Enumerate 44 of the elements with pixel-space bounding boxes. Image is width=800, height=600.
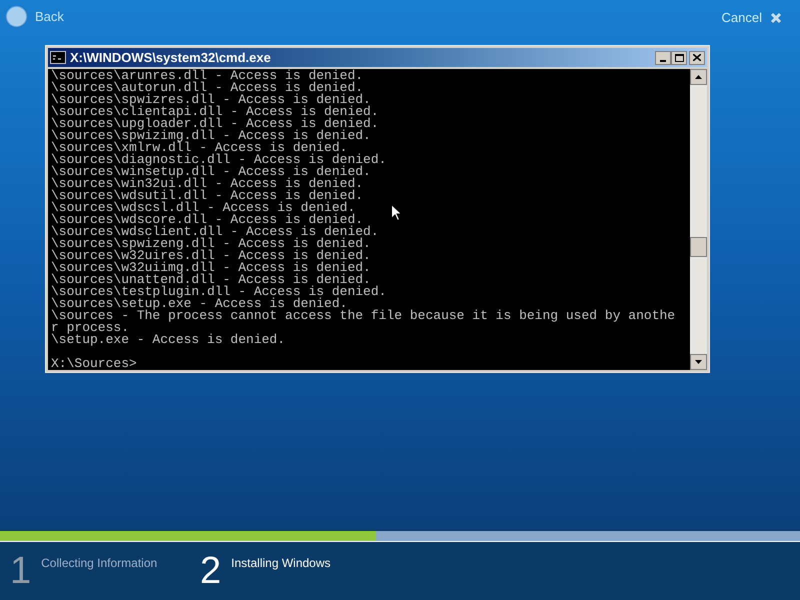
console-line: \sources\spwizres.dll - Access is denied. (51, 94, 371, 106)
console-icon (50, 51, 66, 64)
close-icon (693, 54, 701, 61)
console-line: \sources\wdscore.dll - Access is denied. (51, 214, 364, 226)
step-label: Installing Windows (231, 555, 331, 572)
scroll-thumb[interactable] (690, 237, 707, 257)
minimize-button[interactable] (655, 50, 671, 64)
console-line: \sources\upgloader.dll - Access is denied. (51, 118, 379, 130)
step-number: 2 (200, 552, 222, 590)
console-line: \sources\spwizeng.dll - Access is denied. (51, 238, 371, 250)
close-icon[interactable] (770, 12, 782, 24)
scrollbar[interactable] (690, 69, 707, 370)
console-line: \sources\w32uiimg.dll - Access is denied. (51, 262, 371, 274)
scroll-up-button[interactable] (690, 69, 707, 85)
console-line: \sources\testplugin.dll - Access is denied. (51, 286, 386, 298)
console-line: \sources\wdscsl.dll - Access is denied. (51, 202, 356, 214)
console-line: \sources\wdsutil.dll - Access is denied. (51, 190, 364, 202)
scroll-down-button[interactable] (690, 354, 707, 370)
console-line: \sources\autorun.dll - Access is denied. (51, 82, 364, 94)
console-line: \sources\spwizimg.dll - Access is denied. (51, 130, 371, 142)
console-line: \sources\win32ui.dll - Access is denied. (51, 178, 364, 190)
console-line: \sources - The process cannot access the file because it is being used by anothe (51, 310, 676, 322)
console-line: \sources\wdsclient.dll - Access is denied. (51, 226, 379, 238)
command-prompt: X:\Sources> (51, 358, 137, 370)
console-line: r process. (51, 322, 130, 334)
close-button[interactable] (689, 50, 705, 64)
mouse-pointer-icon (391, 204, 402, 221)
window-title: X:\WINDOWS\system32\cmd.exe (70, 51, 271, 64)
console-line: \sources\w32uires.dll - Access is denied. (51, 250, 371, 262)
console-line: \sources\unattend.dll - Access is denied. (51, 274, 371, 286)
maximize-button[interactable] (671, 50, 687, 64)
console-line: \setup.exe - Access is denied. (51, 334, 286, 346)
step-label: Collecting Information (41, 555, 158, 572)
console-line: \sources\winsetup.dll - Access is denied. (51, 166, 371, 178)
console-line: \sources\diagnostic.dll - Access is denied. (51, 154, 386, 166)
console-line: \sources\clientapi.dll - Access is denied. (51, 106, 379, 118)
down-triangle-icon (695, 360, 702, 364)
step-number: 1 (10, 552, 32, 590)
back-link[interactable]: Back (35, 6, 64, 26)
up-triangle-icon (695, 75, 702, 79)
cancel-link[interactable]: Cancel (722, 8, 762, 28)
console-line: \sources\setup.exe - Access is denied. (51, 298, 348, 310)
console-line: \sources\arunres.dll - Access is denied. (51, 70, 364, 82)
console-line: \sources\xmlrw.dll - Access is denied. (51, 142, 348, 154)
